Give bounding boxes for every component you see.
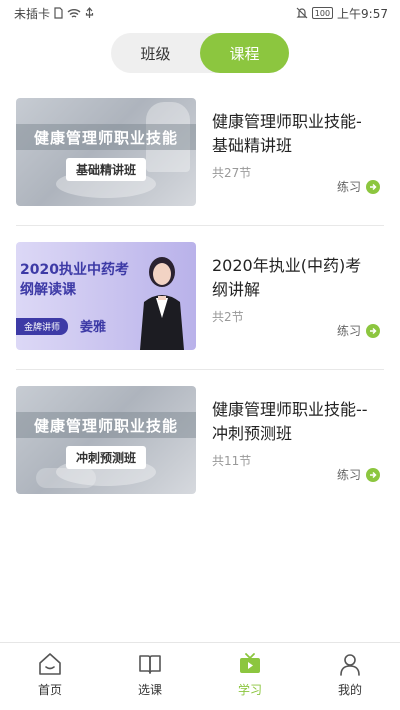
nav-label: 选课: [137, 683, 162, 697]
battery-indicator: 100: [311, 7, 334, 19]
thumb-badge: 金牌讲师: [16, 318, 69, 335]
lesson-count: 共11节: [212, 454, 252, 468]
status-bar-right: 100 上午9:57: [296, 5, 388, 22]
arrow-right-icon: [366, 323, 380, 338]
arrow-right-icon: [366, 179, 380, 194]
course-list: 健康管理师职业技能 基础精讲班 健康管理师职业技能-基础精讲班 共27节 练习 …: [0, 82, 400, 514]
teacher-name: 姜雅: [80, 320, 107, 335]
practice-button[interactable]: 练习: [337, 322, 380, 339]
practice-button[interactable]: 练习: [337, 466, 380, 483]
teacher-photo: [140, 257, 184, 350]
status-bar-left: 未插卡: [14, 5, 94, 22]
practice-label: 练习: [336, 324, 361, 338]
course-title: 健康管理师职业技能-基础精讲班: [212, 112, 362, 155]
nav-label: 学习: [237, 683, 262, 697]
course-title: 2020年执业(中药)考纲讲解: [212, 256, 362, 299]
usb-icon: [85, 7, 94, 19]
course-item[interactable]: 2020执业中药考纲解读课 金牌讲师 姜雅 2020年执业(中药)考纲讲解 共2…: [0, 226, 400, 370]
nav-item-courses[interactable]: 选课: [100, 643, 200, 710]
tab-course[interactable]: 课程: [200, 33, 289, 73]
segmented-tabs: 班级 课程: [111, 33, 289, 73]
practice-label: 练习: [336, 180, 361, 194]
arrow-right-icon: [366, 467, 380, 482]
lesson-count: 共27节: [212, 166, 252, 180]
clock: 上午9:57: [337, 6, 388, 21]
practice-button[interactable]: 练习: [337, 178, 380, 195]
thumb-tag: 基础精讲班: [65, 158, 147, 181]
sim-icon: [54, 7, 63, 19]
course-thumbnail: 健康管理师职业技能 基础精讲班: [16, 98, 196, 206]
practice-label: 练习: [336, 468, 361, 482]
course-item[interactable]: 健康管理师职业技能 基础精讲班 健康管理师职业技能-基础精讲班 共27节 练习: [0, 82, 400, 226]
carrier-text: 未插卡: [14, 6, 51, 21]
wifi-icon: [67, 8, 81, 19]
course-item[interactable]: 健康管理师职业技能 冲刺预测班 健康管理师职业技能--冲刺预测班 共11节 练习: [0, 370, 400, 514]
thumb-title: 健康管理师职业技能: [16, 412, 196, 438]
thumb-title: 健康管理师职业技能: [16, 124, 196, 150]
tab-class[interactable]: 班级: [111, 33, 200, 73]
course-title: 健康管理师职业技能--冲刺预测班: [212, 400, 368, 443]
nav-item-home[interactable]: 首页: [0, 643, 100, 710]
status-bar: 未插卡 100 上午9:57: [0, 0, 400, 26]
mute-bell-icon: [296, 7, 308, 19]
nav-item-profile[interactable]: 我的: [300, 643, 400, 710]
course-thumbnail: 健康管理师职业技能 冲刺预测班: [16, 386, 196, 494]
course-thumbnail: 2020执业中药考纲解读课 金牌讲师 姜雅: [16, 242, 196, 350]
nav-label: 首页: [37, 683, 62, 697]
lesson-count: 共2节: [212, 310, 244, 324]
nav-label: 我的: [337, 683, 362, 697]
tv-icon: [240, 653, 260, 673]
user-icon: [340, 654, 360, 676]
thumb-tag: 冲刺预测班: [65, 446, 147, 469]
home-icon: [39, 653, 61, 675]
nav-item-study[interactable]: 学习: [200, 643, 300, 710]
bottom-nav: 首页 选课 学习 我的: [0, 642, 400, 710]
book-icon: [139, 655, 161, 674]
thumb-title: 2020执业中药考纲解读课: [20, 262, 129, 298]
